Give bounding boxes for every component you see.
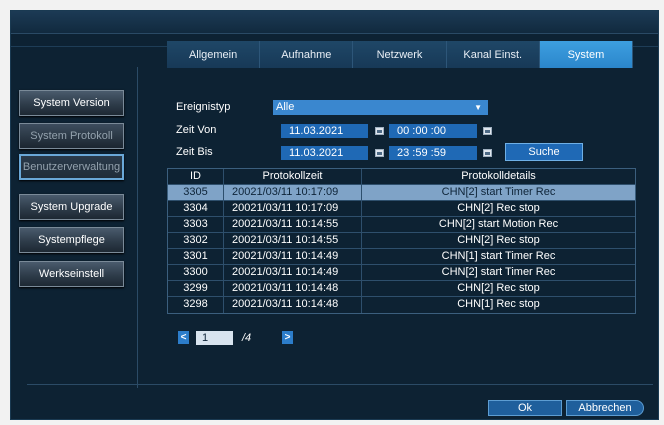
calendar-icon[interactable] — [375, 149, 384, 157]
total-pages: /4 — [242, 332, 252, 344]
row-time: 20021/03/11 10:17:09 — [224, 201, 362, 216]
log-table: ID Protokollzeit Protokolldetails 3305 2… — [167, 168, 636, 314]
to-label: Zeit Bis — [176, 146, 213, 158]
sidebar-item-benutzerverwaltung[interactable]: Benutzerverwaltung — [19, 154, 124, 180]
table-row[interactable]: 3301 20021/03/11 10:14:49 CHN[1] start T… — [168, 249, 635, 265]
table-row[interactable]: 3299 20021/03/11 10:14:48 CHN[2] Rec sto… — [168, 281, 635, 297]
to-date-field[interactable]: 11.03.2021 — [281, 146, 368, 160]
sidebar-item-system-upgrade[interactable]: System Upgrade — [19, 194, 124, 220]
row-id: 3300 — [168, 265, 224, 280]
table-row[interactable]: 3305 20021/03/11 10:17:09 CHN[2] start T… — [168, 185, 635, 201]
row-time: 20021/03/11 10:14:55 — [224, 217, 362, 232]
row-details: CHN[2] Rec stop — [457, 202, 540, 214]
ok-button[interactable]: Ok — [488, 400, 562, 416]
table-row[interactable]: 3304 20021/03/11 10:17:09 CHN[2] Rec sto… — [168, 201, 635, 217]
table-header: ID Protokollzeit Protokolldetails — [168, 169, 635, 185]
table-row[interactable]: 3303 20021/03/11 10:14:55 CHN[2] start M… — [168, 217, 635, 233]
tab-allgemein[interactable]: Allgemein — [167, 41, 261, 68]
row-time: 20021/03/11 10:14:55 — [224, 233, 362, 248]
sidebar-item-system-version[interactable]: System Version — [19, 90, 124, 116]
chevron-left-icon[interactable]: < — [178, 331, 189, 344]
event-type-select[interactable]: Alle ▼ — [273, 100, 488, 115]
sidebar-item-werkseinstell[interactable]: Werkseinstell — [19, 261, 124, 287]
sidebar-item-systempflege[interactable]: Systempflege — [19, 227, 124, 253]
row-details: CHN[2] Rec stop — [457, 282, 540, 294]
row-time: 20021/03/11 10:14:49 — [224, 265, 362, 280]
row-details: CHN[1] start Timer Rec — [441, 250, 556, 262]
row-time: 20021/03/11 10:14:48 — [224, 297, 362, 313]
page-number-input[interactable]: 1 — [196, 331, 233, 345]
sidebar-item-system-protokoll[interactable]: System Protokoll — [19, 123, 124, 149]
clock-icon[interactable] — [483, 149, 492, 157]
table-row[interactable]: 3300 20021/03/11 10:14:49 CHN[2] start T… — [168, 265, 635, 281]
column-header-details: Protokolldetails — [461, 170, 536, 182]
table-row[interactable]: 3302 20021/03/11 10:14:55 CHN[2] Rec sto… — [168, 233, 635, 249]
row-id: 3301 — [168, 249, 224, 264]
tab-aufnahme[interactable]: Aufnahme — [260, 41, 354, 68]
column-header-id: ID — [168, 169, 224, 184]
divider — [137, 67, 138, 388]
table-row[interactable]: 3298 20021/03/11 10:14:48 CHN[1] Rec sto… — [168, 297, 635, 313]
row-time: 20021/03/11 10:14:48 — [224, 281, 362, 296]
title-bar — [11, 11, 658, 34]
event-type-value: Alle — [276, 101, 295, 113]
row-id: 3299 — [168, 281, 224, 296]
tab-kanal-einst[interactable]: Kanal Einst. — [446, 41, 540, 68]
tab-system[interactable]: System — [539, 41, 634, 68]
cancel-button[interactable]: Abbrechen — [566, 400, 644, 416]
row-details: CHN[2] Rec stop — [457, 234, 540, 246]
row-details: CHN[2] start Timer Rec — [441, 266, 556, 278]
row-time: 20021/03/11 10:14:49 — [224, 249, 362, 264]
row-details: CHN[2] start Timer Rec — [441, 186, 556, 198]
search-button[interactable]: Suche — [505, 143, 583, 161]
column-header-time: Protokollzeit — [224, 169, 362, 184]
chevron-right-icon[interactable]: > — [282, 331, 293, 344]
from-time-field[interactable]: 00 :00 :00 — [389, 124, 477, 138]
clock-icon[interactable] — [483, 127, 492, 135]
row-time: 20021/03/11 10:17:09 — [224, 185, 362, 200]
row-id: 3304 — [168, 201, 224, 216]
row-details: CHN[2] start Motion Rec — [438, 218, 559, 230]
divider — [27, 384, 653, 385]
tab-bar: Allgemein Aufnahme Netzwerk Kanal Einst.… — [167, 41, 634, 68]
row-id: 3298 — [168, 297, 224, 313]
from-date-field[interactable]: 11.03.2021 — [281, 124, 368, 138]
row-id: 3302 — [168, 233, 224, 248]
calendar-icon[interactable] — [375, 127, 384, 135]
dropdown-arrow-icon: ▼ — [474, 103, 482, 112]
row-details: CHN[1] Rec stop — [457, 298, 540, 310]
tab-netzwerk[interactable]: Netzwerk — [353, 41, 447, 68]
row-id: 3305 — [168, 185, 224, 200]
event-type-label: Ereignistyp — [176, 101, 231, 113]
from-label: Zeit Von — [176, 124, 217, 136]
row-id: 3303 — [168, 217, 224, 232]
to-time-field[interactable]: 23 :59 :59 — [389, 146, 477, 160]
